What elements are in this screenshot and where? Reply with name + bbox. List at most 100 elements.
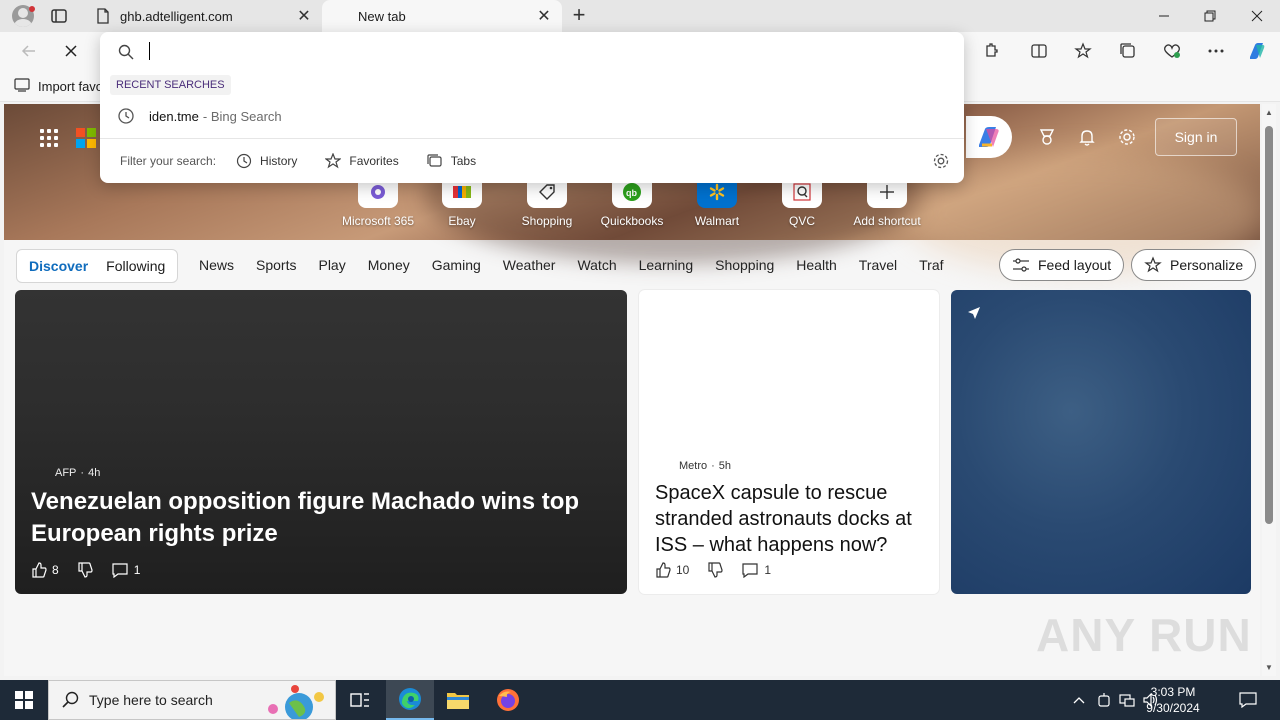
close-tab-icon[interactable]: ✕ xyxy=(534,6,554,26)
minimize-icon[interactable] xyxy=(1141,0,1187,32)
page-scrollbar[interactable]: ▲ ▼ xyxy=(1262,104,1276,676)
category-news[interactable]: News xyxy=(199,257,234,273)
category-traffic[interactable]: Traf xyxy=(919,257,943,273)
dislike-button[interactable] xyxy=(77,562,93,578)
like-button[interactable]: 10 xyxy=(655,562,689,578)
taskbar-search-box[interactable]: Type here to search xyxy=(48,680,336,720)
card-headline[interactable]: SpaceX capsule to rescue stranded astron… xyxy=(655,480,927,558)
like-count: 8 xyxy=(52,563,59,577)
notifications-bell-icon[interactable] xyxy=(1076,126,1098,148)
filter-favorites[interactable]: Favorites xyxy=(325,153,399,169)
like-button[interactable]: 8 xyxy=(31,562,59,578)
feed-layout-button[interactable]: Feed layout xyxy=(999,249,1125,281)
tab-actions-icon[interactable] xyxy=(50,7,68,25)
comment-button[interactable]: 1 xyxy=(111,562,140,578)
copilot-button[interactable] xyxy=(966,116,1012,158)
address-bar-input[interactable] xyxy=(149,42,150,60)
taskbar-edge[interactable] xyxy=(386,680,434,720)
restore-icon[interactable] xyxy=(1187,0,1233,32)
shortcut-qvc[interactable]: QVC xyxy=(760,176,844,228)
extensions-icon[interactable] xyxy=(980,40,1002,62)
category-sports[interactable]: Sports xyxy=(256,257,296,273)
filter-history[interactable]: History xyxy=(236,153,297,169)
category-list: News Sports Play Money Gaming Weather Wa… xyxy=(199,257,944,273)
back-arrow-icon[interactable] xyxy=(18,40,40,62)
category-weather[interactable]: Weather xyxy=(503,257,556,273)
weather-card[interactable] xyxy=(951,290,1251,594)
personalize-label: Personalize xyxy=(1170,257,1244,273)
tab-discover[interactable]: Discover xyxy=(29,258,88,274)
category-health[interactable]: Health xyxy=(796,257,836,273)
card-actions: 8 1 xyxy=(31,562,148,578)
category-money[interactable]: Money xyxy=(368,257,410,273)
import-label: Import favo xyxy=(38,79,104,94)
system-clock[interactable]: 3:03 PM 9/30/2024 xyxy=(1136,684,1210,716)
personalize-button[interactable]: Personalize xyxy=(1131,249,1257,281)
tray-device-icon[interactable] xyxy=(1094,680,1114,720)
category-play[interactable]: Play xyxy=(318,257,345,273)
shortcut-shopping[interactable]: Shopping xyxy=(505,176,589,228)
shortcut-label: Add shortcut xyxy=(853,214,921,228)
shortcut-microsoft-365[interactable]: Microsoft 365 xyxy=(336,176,420,228)
scroll-up-icon[interactable]: ▲ xyxy=(1265,108,1273,117)
import-icon xyxy=(14,78,30,95)
comment-button[interactable]: 1 xyxy=(741,562,771,578)
location-arrow-icon xyxy=(968,307,980,319)
microsoft-logo-icon[interactable] xyxy=(76,128,96,148)
close-tab-icon[interactable]: ✕ xyxy=(294,6,314,26)
more-options-icon[interactable] xyxy=(1205,40,1227,62)
task-view-button[interactable] xyxy=(336,680,384,720)
taskbar-firefox[interactable] xyxy=(484,680,532,720)
notification-center-icon[interactable] xyxy=(1234,680,1262,720)
split-screen-icon[interactable] xyxy=(1028,40,1050,62)
category-travel[interactable]: Travel xyxy=(859,257,897,273)
show-hidden-icons[interactable] xyxy=(1068,680,1090,720)
network-icon[interactable] xyxy=(1116,680,1138,720)
search-settings-gear-icon[interactable] xyxy=(932,152,950,170)
search-icon xyxy=(118,44,134,60)
shortcut-label: QVC xyxy=(788,214,815,228)
news-card-spacex[interactable]: Metro · 5h SpaceX capsule to rescue stra… xyxy=(639,290,939,594)
shortcut-ebay[interactable]: Ebay xyxy=(420,176,504,228)
import-favorites-button[interactable]: Import favo xyxy=(14,78,103,95)
category-learning[interactable]: Learning xyxy=(639,257,694,273)
sign-in-button[interactable]: Sign in xyxy=(1155,118,1237,156)
category-gaming[interactable]: Gaming xyxy=(432,257,481,273)
rewards-icon[interactable] xyxy=(1036,126,1058,148)
card-headline[interactable]: Venezuelan opposition figure Machado win… xyxy=(31,486,591,550)
add-shortcut-button[interactable]: Add shortcut xyxy=(845,176,929,228)
shortcut-quickbooks[interactable]: qb Quickbooks xyxy=(590,176,674,228)
scrollbar-thumb[interactable] xyxy=(1265,126,1273,524)
search-highlight-icon xyxy=(268,685,324,719)
recent-search-item[interactable]: iden.tme - Bing Search xyxy=(100,102,964,130)
new-tab-plus-icon[interactable]: + xyxy=(568,4,590,27)
close-window-icon[interactable] xyxy=(1234,0,1280,32)
dislike-button[interactable] xyxy=(707,562,723,578)
collections-icon[interactable] xyxy=(1117,40,1139,62)
tab-adtelligent[interactable]: ghb.adtelligent.com ✕ xyxy=(84,0,322,32)
windows-taskbar: Type here to search 3:03 PM 9/30/2024 xyxy=(0,680,1280,720)
taskbar-file-explorer[interactable] xyxy=(434,680,482,720)
tab-new-tab[interactable]: New tab ✕ xyxy=(322,0,562,32)
filter-tabs[interactable]: Tabs xyxy=(427,153,476,169)
news-card-venezuela[interactable]: AFP · 4h Venezuelan opposition figure Ma… xyxy=(15,290,627,594)
scroll-down-icon[interactable]: ▼ xyxy=(1265,663,1273,672)
browser-essentials-icon[interactable] xyxy=(1161,40,1183,62)
profile-notification-dot xyxy=(29,6,35,12)
history-clock-icon xyxy=(118,108,134,124)
history-icon xyxy=(236,153,252,169)
settings-gear-icon[interactable] xyxy=(1116,126,1138,148)
comment-icon xyxy=(742,563,758,578)
taskbar-search-placeholder: Type here to search xyxy=(89,692,213,708)
tab-following[interactable]: Following xyxy=(106,258,165,274)
app-launcher-icon[interactable] xyxy=(40,129,58,147)
category-shopping[interactable]: Shopping xyxy=(715,257,774,273)
start-button[interactable] xyxy=(0,680,48,720)
shortcut-walmart[interactable]: Walmart xyxy=(675,176,759,228)
copilot-icon[interactable] xyxy=(1246,40,1268,62)
plus-icon xyxy=(880,185,894,199)
favorites-star-icon[interactable] xyxy=(1072,40,1094,62)
tab-title: ghb.adtelligent.com xyxy=(120,8,233,24)
stop-loading-icon[interactable] xyxy=(60,40,82,62)
category-watch[interactable]: Watch xyxy=(577,257,616,273)
